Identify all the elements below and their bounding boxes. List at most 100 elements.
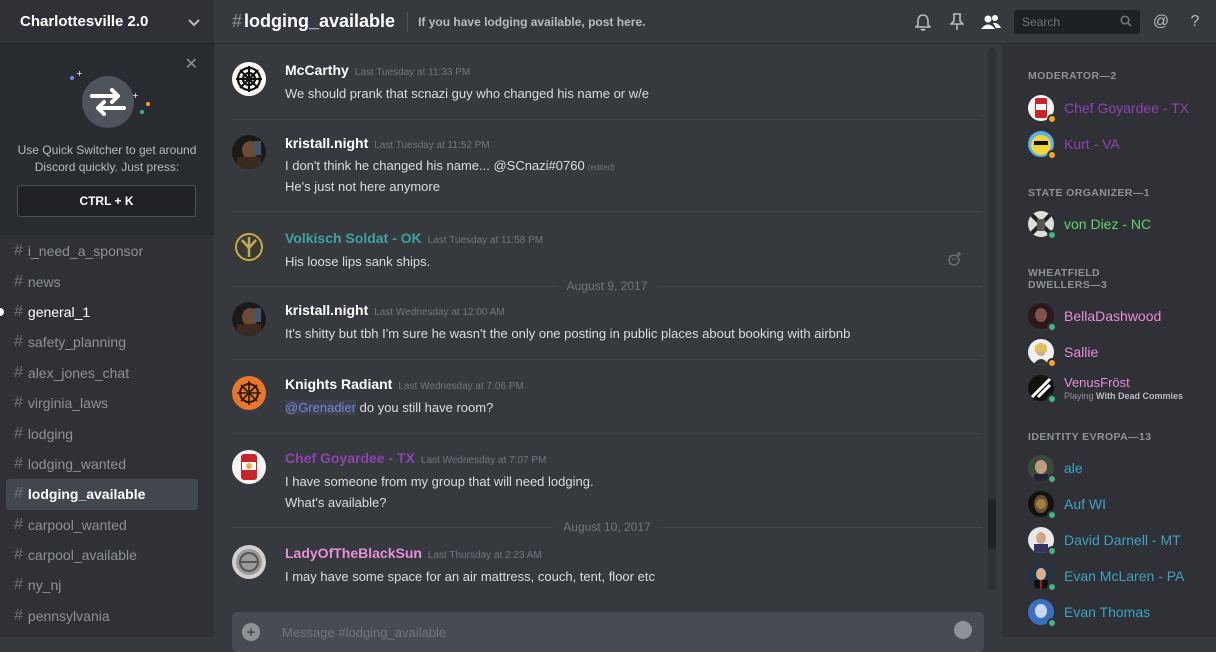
channel-name: safety_planning: [27, 334, 126, 351]
channel-item[interactable]: # alex_jones_chat: [0, 358, 214, 388]
guild-header[interactable]: Charlottesville 2.0: [0, 0, 214, 44]
scrollbar-thumb[interactable]: [988, 498, 996, 550]
member-item[interactable]: Chef Goyardee - TX: [1028, 92, 1208, 124]
member-item[interactable]: Auf WI: [1028, 488, 1208, 520]
message-text-content: do you still have room?: [356, 400, 494, 415]
message-header: Volkisch Soldat - OK Last Tuesday at 11:5…: [285, 230, 543, 248]
hash-icon: #: [14, 515, 23, 533]
header-toolbar: Search @ ?: [912, 0, 1216, 44]
channel-name: general_1: [27, 303, 91, 320]
hash-icon: #: [14, 242, 23, 260]
channel-name: lodging: [27, 425, 74, 442]
member-item[interactable]: Sallie: [1028, 336, 1208, 368]
date-divider: August 9, 2017: [232, 279, 983, 293]
mention-icon[interactable]: @: [1150, 11, 1172, 33]
emoji-icon[interactable]: [954, 621, 972, 639]
channel-item[interactable]: # i_need_a_sponsor: [0, 236, 214, 266]
help-icon[interactable]: ?: [1184, 11, 1206, 33]
message: Volkisch Soldat - OK Last Tuesday at 11:5…: [232, 230, 982, 278]
channel-item[interactable]: # ny_nj: [0, 570, 214, 600]
channel-item[interactable]: # pennsylvania: [0, 601, 214, 631]
pin-icon[interactable]: [946, 11, 968, 33]
status-online-icon: [1047, 474, 1057, 484]
bell-icon[interactable]: [912, 11, 934, 33]
message-text: It's shitty but tbh I'm sure he wasn't t…: [285, 326, 851, 341]
member-activity: Playing With Dead Commies: [1064, 391, 1183, 401]
message-text: We should prank that scnazi guy who chan…: [285, 86, 649, 101]
search-placeholder: Search: [1022, 15, 1061, 29]
avatar: [1028, 131, 1057, 160]
message-text: His loose lips sank ships.: [285, 254, 431, 269]
channel-list: # i_need_a_sponsor # news # general_1 # safe…: [0, 236, 214, 631]
status-online-icon: [1047, 582, 1057, 592]
channel-item[interactable]: # virginia_laws: [0, 388, 214, 418]
member-item[interactable]: VenusFröst Playing With Dead Commies: [1028, 372, 1208, 404]
message-header: Chef Goyardee - TX Last Wednesday at 7:07…: [285, 450, 546, 468]
channel-item[interactable]: # general_1: [0, 297, 214, 327]
avatar[interactable]: [232, 302, 266, 336]
avatar[interactable]: [232, 450, 266, 484]
avatar[interactable]: [232, 135, 266, 169]
quick-switcher-text: Use Quick Switcher to get around Discord…: [17, 143, 197, 174]
member-name: David Darnell - MT: [1064, 532, 1181, 548]
avatar[interactable]: [232, 545, 266, 579]
search-icon: [1120, 14, 1132, 30]
member-item[interactable]: ale: [1028, 452, 1208, 484]
channel-name: alex_jones_chat: [27, 364, 130, 381]
quick-switcher-icon: + +: [58, 64, 156, 134]
channel-item-selected[interactable]: # lodging_available: [6, 479, 198, 510]
add-reaction-icon[interactable]: [948, 252, 962, 266]
close-icon[interactable]: ✕: [185, 54, 198, 74]
channel-topic: If you have lodging available, post here…: [418, 14, 646, 29]
author-name[interactable]: kristall.night: [285, 135, 368, 151]
member-name: Chef Goyardee - TX: [1064, 100, 1190, 116]
quick-switcher-panel: ✕ + + Use Quick Switcher to get around D…: [0, 44, 214, 235]
member-item[interactable]: Evan Thomas: [1028, 596, 1208, 628]
message-text: He's just not here anymore: [285, 179, 440, 194]
channel-item[interactable]: # lodging_wanted: [0, 449, 214, 479]
member-item[interactable]: David Darnell - MT: [1028, 524, 1208, 556]
hash-icon: #: [14, 546, 23, 564]
quick-switcher-shortcut[interactable]: CTRL + K: [17, 185, 196, 217]
user-mention[interactable]: @Grenadier: [285, 400, 357, 415]
avatar[interactable]: [232, 230, 266, 264]
member-name: Sallie: [1064, 344, 1099, 360]
channel-item[interactable]: # carpool_wanted: [0, 510, 214, 540]
hash-icon: #: [14, 272, 23, 290]
channel-item[interactable]: # lodging: [0, 418, 214, 448]
member-item[interactable]: Evan McLaren - PA: [1028, 560, 1208, 592]
author-name[interactable]: kristall.night: [285, 302, 368, 318]
message-list: McCarthy Last Tuesday at 11:33 PM We shou…: [214, 45, 1002, 595]
author-name[interactable]: Chef Goyardee - TX: [285, 450, 415, 466]
header-divider: [407, 11, 409, 32]
member-item[interactable]: Kurt - VA: [1028, 128, 1208, 160]
author-name[interactable]: Volkisch Soldat - OK: [285, 230, 422, 246]
message-text: What's available?: [285, 495, 387, 510]
member-name: BellaDashwood: [1064, 308, 1162, 324]
chevron-down-icon[interactable]: [188, 14, 200, 30]
channel-item[interactable]: # news: [0, 266, 214, 296]
message-header: Knights Radiant Last Wednesday at 7:06 PM: [285, 376, 524, 394]
hash-icon: #: [14, 454, 23, 472]
member-item[interactable]: BellaDashwood: [1028, 300, 1208, 332]
channel-title: # lodging_available: [232, 11, 395, 32]
channel-item[interactable]: # carpool_available: [0, 540, 214, 570]
status-online-icon: [1047, 322, 1057, 332]
avatar[interactable]: [232, 376, 266, 410]
avatar[interactable]: [232, 62, 266, 96]
message-header: McCarthy Last Tuesday at 11:33 PM: [285, 62, 470, 80]
channel-item[interactable]: # safety_planning: [0, 327, 214, 357]
message: kristall.night Last Wednesday at 12:00 AM…: [232, 302, 982, 360]
member-item[interactable]: von Diez - NC: [1028, 208, 1208, 240]
members-icon[interactable]: [980, 11, 1002, 33]
avatar: [1028, 95, 1057, 124]
channel-sidebar: Charlottesville 2.0 ✕ + + Use Quick Swit…: [0, 0, 214, 637]
author-name[interactable]: LadyOfTheBlackSun: [285, 545, 422, 561]
search-input[interactable]: Search: [1014, 10, 1140, 34]
author-name[interactable]: Knights Radiant: [285, 376, 392, 392]
channel-name: i_need_a_sponsor: [27, 243, 144, 260]
author-name[interactable]: McCarthy: [285, 62, 349, 78]
upload-plus-icon[interactable]: +: [242, 623, 260, 641]
message-composer[interactable]: + Message #lodging_available: [232, 612, 984, 652]
avatar: [1028, 455, 1057, 484]
